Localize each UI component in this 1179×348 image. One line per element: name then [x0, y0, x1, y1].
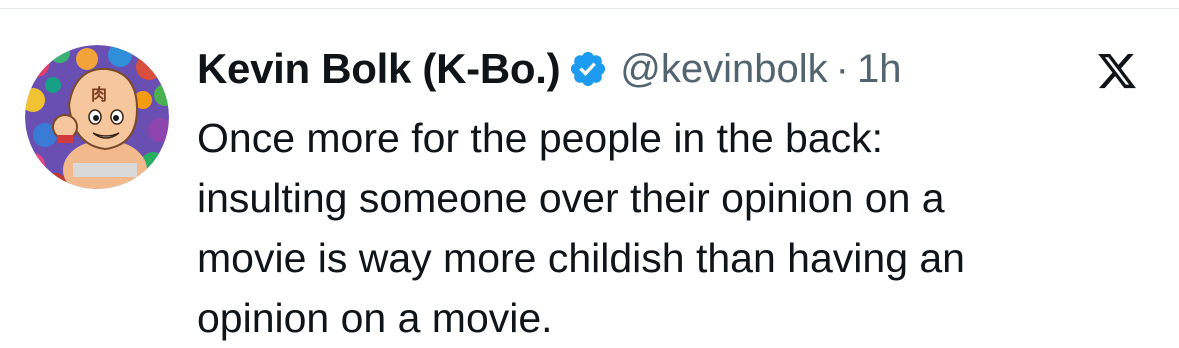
tweet-text-line: insulting someone over their opinion on … [197, 175, 945, 221]
author-handle[interactable]: @kevinbolk [620, 47, 827, 92]
tweet-text-line: Once more for the people in the back: [197, 115, 884, 161]
avatar[interactable]: 肉 [25, 45, 169, 189]
separator-dot: · [835, 46, 849, 91]
tweet-timestamp[interactable]: 1h [857, 47, 902, 92]
tweet-text: Once more for the people in the back: in… [197, 108, 1157, 348]
tweet-text-line: movie is way more childish than having a… [197, 235, 965, 281]
author-display-name[interactable]: Kevin Bolk (K-Bo.) [197, 45, 561, 93]
svg-text:肉: 肉 [91, 85, 107, 104]
cartoon-character-avatar-image: 肉 [25, 45, 169, 189]
top-divider [0, 8, 1179, 9]
x-logo-icon[interactable] [1095, 50, 1139, 92]
verified-badge-icon [568, 49, 608, 89]
tweet-text-line: opinion on a movie. [197, 295, 553, 341]
tweet-header: Kevin Bolk (K-Bo.) @kevinbolk · 1h [197, 40, 901, 98]
